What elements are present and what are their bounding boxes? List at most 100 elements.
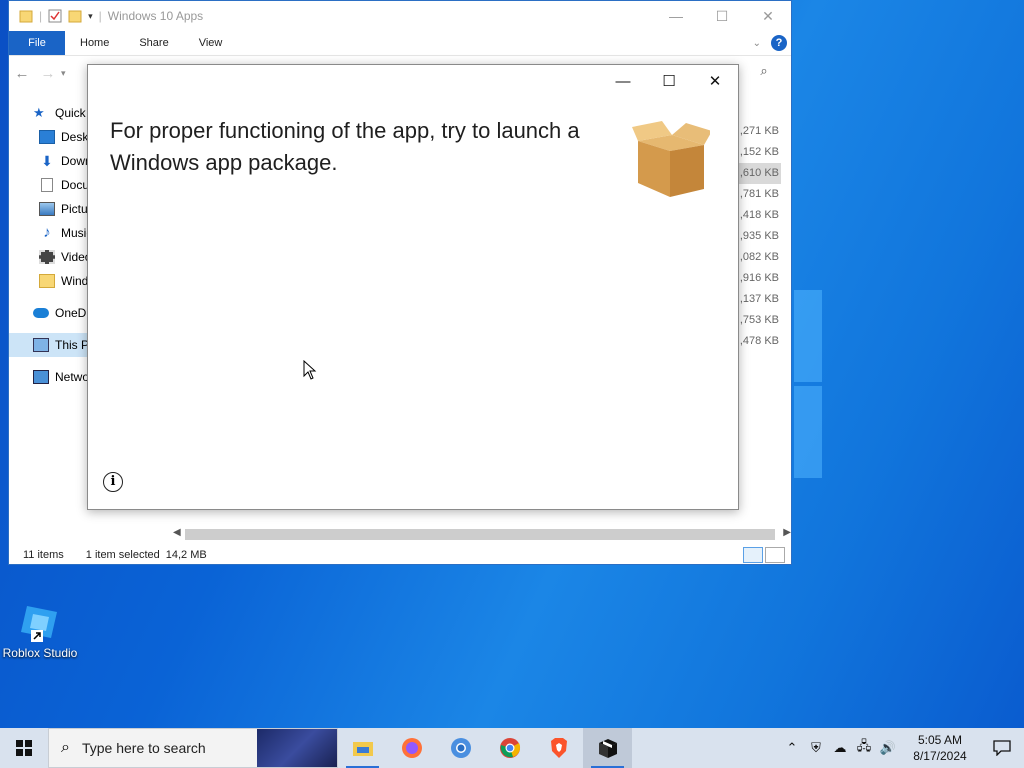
nav-item-this-pc[interactable]: This PC <box>9 333 89 357</box>
status-bar: 11 items 1 item selected 14,2 MB <box>9 545 791 565</box>
folder-icon <box>19 10 33 23</box>
computer-icon <box>33 338 49 352</box>
chrome-icon <box>499 738 520 758</box>
taskbar-app-installer[interactable] <box>583 728 632 768</box>
taskbar-firefox[interactable] <box>387 728 436 768</box>
tab-home[interactable]: Home <box>65 31 124 55</box>
roblox-studio-icon <box>19 600 61 642</box>
taskbar: ⌕ Type here to search ⌃ ⛨ ☁ 🖧 🔊 5:05 AM … <box>0 728 1024 768</box>
nav-item-music[interactable]: ♪ Music <box>9 221 89 245</box>
explorer-titlebar: | ▾ | Windows 10 Apps — ☐ ✕ <box>9 1 791 31</box>
help-icon[interactable]: ? <box>771 35 787 51</box>
desktop-icon <box>39 130 55 144</box>
nav-item-downloads[interactable]: ⬇ Downloads <box>9 149 89 173</box>
file-explorer-icon <box>352 742 373 756</box>
file-size-cell: ,916 KB <box>739 272 779 284</box>
clock-time: 5:05 AM <box>917 733 963 747</box>
file-size-cell: ,082 KB <box>739 251 779 263</box>
desktop-icon-roblox-studio[interactable]: Roblox Studio <box>2 600 78 660</box>
file-size-cell: ,781 KB <box>739 188 779 200</box>
file-size-cell: ,610 KB <box>737 163 781 184</box>
nav-item-onedrive[interactable]: OneDrive <box>9 301 89 325</box>
brave-icon <box>550 738 567 758</box>
search-icon: ⌕ <box>61 739 70 756</box>
start-button[interactable] <box>0 728 48 768</box>
search-highlight-art <box>257 729 337 767</box>
music-note-icon: ♪ <box>43 224 51 241</box>
dialog-close-button[interactable]: ✕ <box>692 65 738 97</box>
new-folder-icon[interactable] <box>68 9 82 23</box>
forward-arrow-icon[interactable]: → <box>35 65 61 82</box>
desktop-icon-label: Roblox Studio <box>2 646 78 660</box>
wallpaper-logo-pane <box>794 386 822 478</box>
taskbar-chromium[interactable] <box>436 728 485 768</box>
close-button[interactable]: ✕ <box>745 1 791 31</box>
size-column: ,271 KB ,152 KB ,610 KB ,781 KB ,418 KB … <box>737 121 781 352</box>
dialog-caption-buttons: — ☐ ✕ <box>600 65 738 97</box>
action-center-icon[interactable] <box>980 740 1024 756</box>
horizontal-scrollbar[interactable]: ◀ ▶ <box>171 527 791 542</box>
clock-date: 8/17/2024 <box>913 749 967 763</box>
properties-icon[interactable] <box>48 9 62 23</box>
ribbon-expand-icon[interactable]: ⌄ <box>753 38 761 49</box>
package-box-icon <box>628 117 712 199</box>
system-tray: ⌃ ⛨ ☁ 🖧 🔊 5:05 AM 8/17/2024 <box>780 728 1024 768</box>
dialog-message: For proper functioning of the app, try t… <box>110 118 580 175</box>
maximize-button[interactable]: ☐ <box>699 1 745 31</box>
cloud-icon <box>33 308 49 318</box>
search-placeholder: Type here to search <box>81 740 206 756</box>
nav-item-pictures[interactable]: Pictures <box>9 197 89 221</box>
dialog-minimize-button[interactable]: — <box>600 65 646 97</box>
star-icon: ★ <box>33 105 45 120</box>
selected-count: 1 item selected <box>85 549 160 561</box>
scroll-right-icon[interactable]: ▶ <box>783 527 791 538</box>
file-size-cell: ,418 KB <box>739 209 779 221</box>
nav-item-documents[interactable]: Documents <box>9 173 89 197</box>
nav-item-videos[interactable]: Videos <box>9 245 89 269</box>
qat-dropdown-icon[interactable]: ▾ <box>88 11 93 22</box>
minimize-button[interactable]: — <box>653 1 699 31</box>
back-arrow-icon[interactable]: ← <box>9 65 35 82</box>
pictures-icon <box>39 202 55 216</box>
show-hidden-icons-chevron-icon[interactable]: ⌃ <box>780 740 804 756</box>
selected-size: 14,2 MB <box>165 549 207 561</box>
taskbar-search-box[interactable]: ⌕ Type here to search <box>48 728 338 768</box>
package-icon <box>598 739 617 758</box>
quick-access-toolbar: | ▾ | <box>9 9 102 23</box>
clock[interactable]: 5:05 AM 8/17/2024 <box>900 732 980 764</box>
nav-item-network[interactable]: Network <box>9 365 89 389</box>
tab-file[interactable]: File <box>9 31 65 55</box>
recent-dropdown-icon[interactable]: ▾ <box>61 68 66 79</box>
item-count: 11 items <box>23 549 64 561</box>
security-shield-icon[interactable]: ⛨ <box>804 740 828 756</box>
volume-icon[interactable]: 🔊 <box>876 740 900 756</box>
explorer-caption-buttons: — ☐ ✕ <box>653 1 791 31</box>
network-icon[interactable]: 🖧 <box>852 737 876 759</box>
explorer-title: Windows 10 Apps <box>107 9 204 23</box>
file-size-cell: ,137 KB <box>739 293 779 305</box>
nav-item-quick-access[interactable]: ★ Quick access <box>9 101 89 125</box>
taskbar-chrome[interactable] <box>485 728 534 768</box>
file-size-cell: ,753 KB <box>739 314 779 326</box>
info-icon[interactable]: i <box>103 472 123 492</box>
download-arrow-icon: ⬇ <box>41 153 53 169</box>
search-icon[interactable]: ⌕ <box>749 63 779 85</box>
scrollbar-thumb[interactable] <box>185 529 775 540</box>
large-icons-view-icon[interactable] <box>765 547 785 563</box>
details-view-icon[interactable] <box>743 547 763 563</box>
nav-item-desktop[interactable]: Desktop <box>9 125 89 149</box>
mouse-cursor-icon <box>303 360 317 380</box>
nav-item-windows-10-apps[interactable]: Windows 10 Apps <box>9 269 89 293</box>
document-icon <box>41 178 53 192</box>
taskbar-brave[interactable] <box>534 728 583 768</box>
file-size-cell: ,271 KB <box>739 125 779 137</box>
scroll-left-icon[interactable]: ◀ <box>173 527 181 538</box>
tab-share[interactable]: Share <box>124 31 183 55</box>
onedrive-cloud-icon[interactable]: ☁ <box>828 740 852 756</box>
taskbar-file-explorer[interactable] <box>338 728 387 768</box>
file-size-cell: ,935 KB <box>739 230 779 242</box>
navigation-pane: ★ Quick access Desktop ⬇ Downloads Docum… <box>9 101 89 531</box>
network-icon <box>33 370 49 384</box>
dialog-maximize-button[interactable]: ☐ <box>646 65 692 97</box>
tab-view[interactable]: View <box>184 31 238 55</box>
